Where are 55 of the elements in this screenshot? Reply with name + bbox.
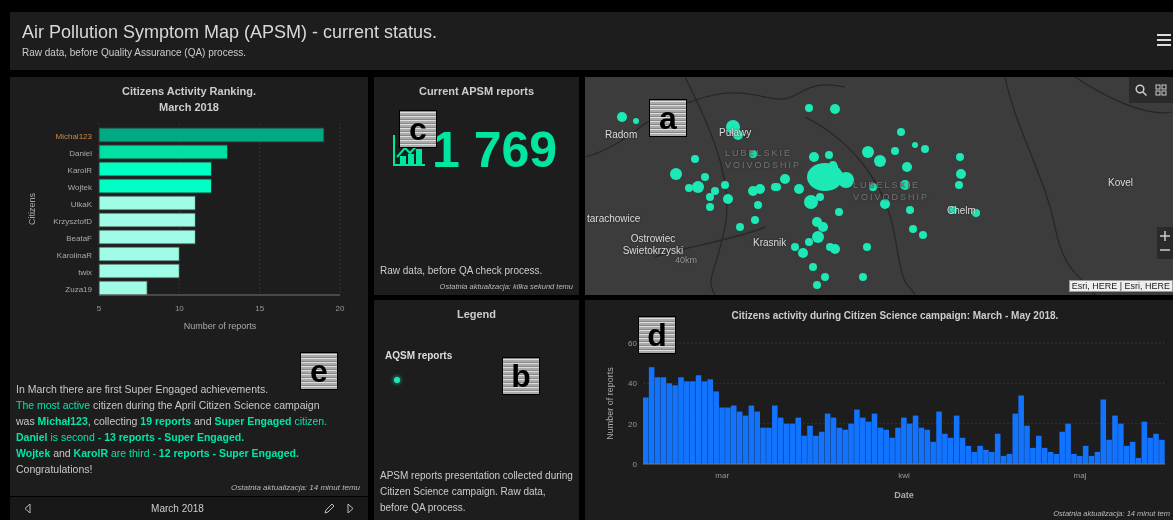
tick-label: 40 [628,379,637,389]
page-subtitle: Raw data, before Quality Assurance (QA) process. [22,47,247,58]
previous-icon[interactable] [24,503,31,514]
tick-label: maj [1073,471,1087,480]
tick-label: 60 [628,339,637,348]
map-label: Kovel [1108,177,1133,188]
annotation-label: c [399,110,437,148]
axis-label: Michal123 [55,131,92,141]
annotation-label: e [300,352,338,390]
axis-label: Zuza19 [65,284,92,294]
axis-label: BeataF [66,233,92,243]
axis-label: Daniel [69,148,92,158]
tick-label: 15 [255,304,265,313]
annotation-label: a [649,99,687,137]
panel-title: Citizens Activity Ranking. March 2018 [121,84,257,115]
panel-title: Current APSM reports [417,84,536,99]
tick-label: kwi [898,471,910,480]
annotation-label: b [502,357,540,395]
axis-title: Number of reports [183,321,257,331]
menu-icon[interactable] [1157,34,1171,46]
axis-title: Number of reports [605,367,615,440]
map-label: Ostrowiec Swietokrzyski [621,233,685,256]
chart-title: Citizens activity during Citizen Science campaign: March - May 2018. [731,310,1059,321]
layer-name: AQSM reports [385,350,454,361]
axis-label: KrzysztofD [53,216,92,226]
tick-label: mar [715,471,730,480]
page-title: Air Pollution Symptom Map (APSM) - current status. [22,21,439,44]
panel-title: Legend [455,307,498,322]
pencil-icon[interactable] [324,503,335,514]
axis-label: KarolR [67,165,92,175]
axis-label: twix [78,267,92,277]
axis-title: Citizens [27,193,37,225]
map-label: Krasnik [753,237,787,248]
axis-title: Date [894,490,914,500]
axis-label: UlkaK [70,199,92,209]
axis-label: KarolinaR [56,250,92,260]
axis-label: Wojtek [67,182,92,192]
next-icon[interactable] [347,503,354,514]
grid-icon[interactable] [1155,84,1167,96]
update-note: Ostatnia aktualizacja: 14 minut temu [231,483,360,492]
map-label: Radom [605,129,638,140]
tick-label: 20 [628,419,637,429]
map-label: tarachowice [587,213,641,224]
zoom-in-icon[interactable] [1160,231,1170,241]
tick-label: 10 [174,304,184,313]
nav-label: March 2018 [151,503,204,514]
tick-label: 5 [96,304,102,313]
map-label: 40km [675,255,697,265]
legend-description: APSM reports presentation collected during Citizen Science campaign. Raw data, before QA process. [380,469,573,515]
search-icon[interactable] [1135,84,1147,96]
map-attribution: Esri, HERE | Esri, HERE [1068,280,1173,292]
counter-note: Raw data, before QA check process. [380,265,544,276]
tick-label: 20 [335,304,345,313]
tick-label: 0 [632,460,637,469]
annotation-label: d [638,316,676,354]
